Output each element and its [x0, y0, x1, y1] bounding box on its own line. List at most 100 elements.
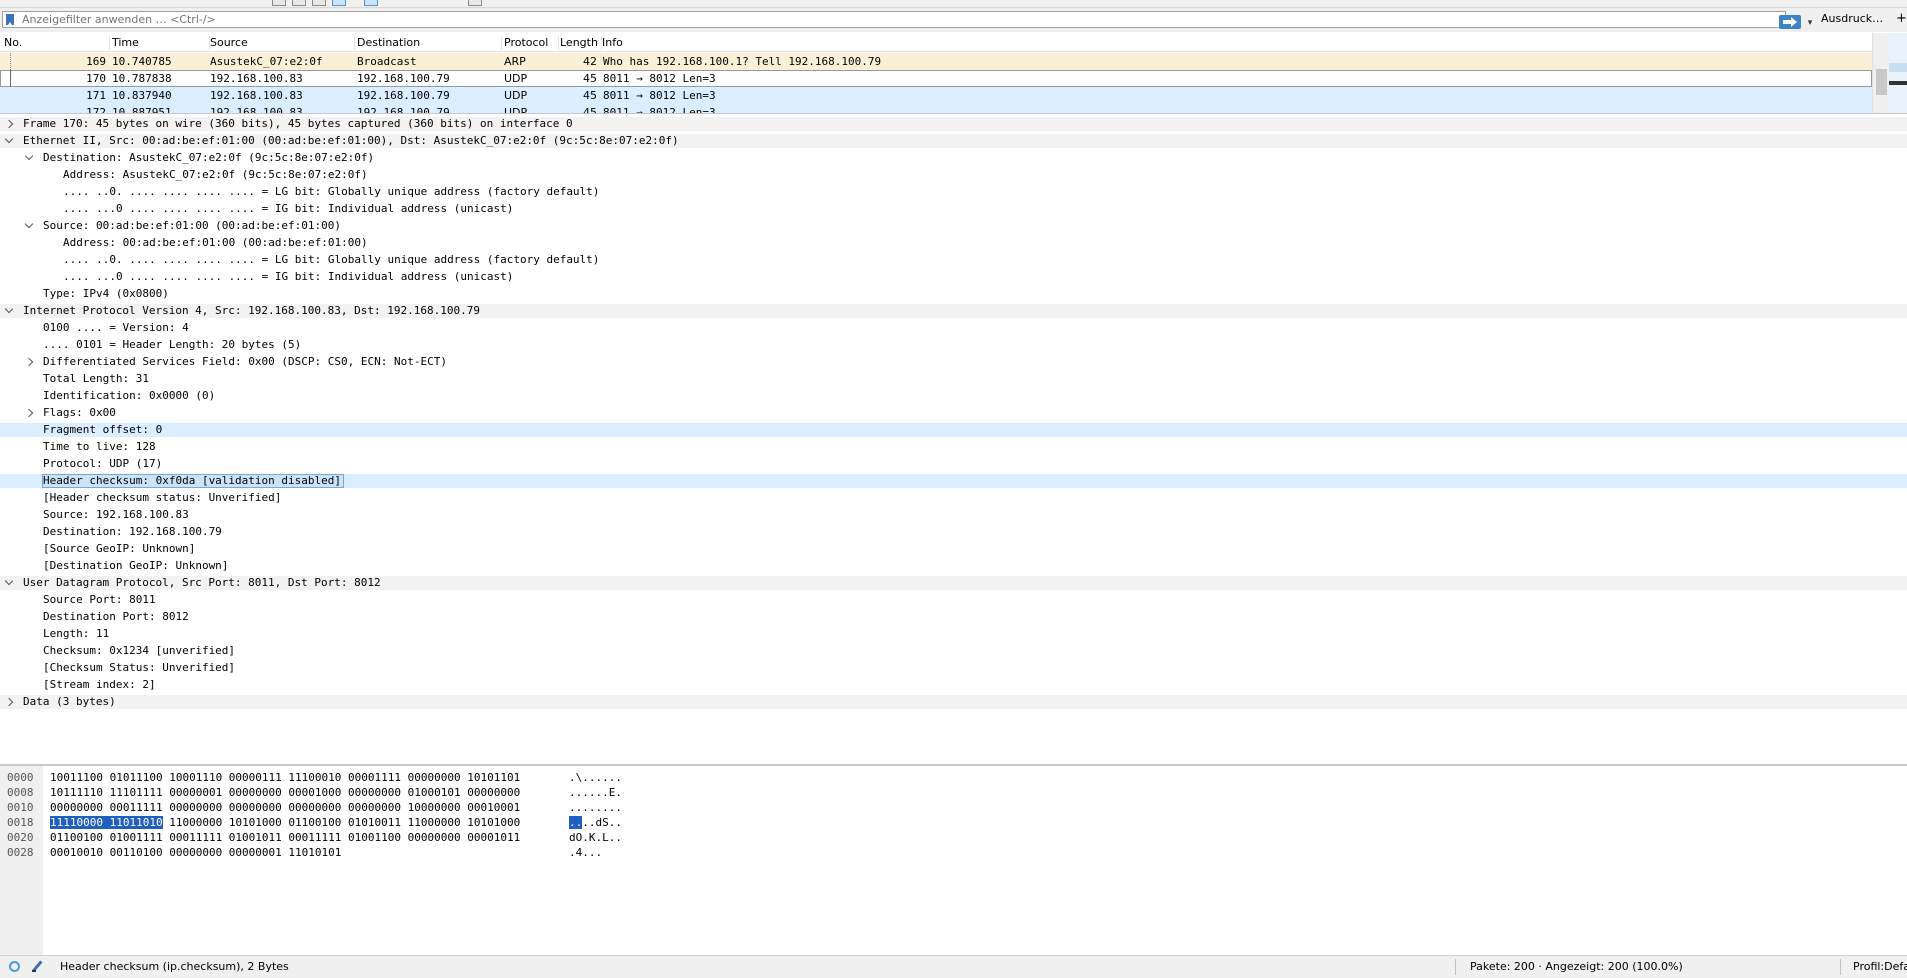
bytes-row[interactable]: 0020 01100100 01001111 00011111 01001011 … — [0, 830, 1907, 845]
packet-row[interactable]: 169 10.740785 AsustekC_07:e2:0f Broadcas… — [0, 53, 1872, 70]
tree-item-label: User Datagram Protocol, Src Port: 8011, … — [23, 576, 381, 589]
bytes-ascii[interactable]: ........ — [569, 800, 622, 815]
bytes-row[interactable]: 0000 10011100 01011100 10001110 00000111 … — [0, 770, 1907, 785]
protocol-tree-field[interactable]: [Destination GeoIP: Unknown] — [0, 559, 1907, 573]
packet-row[interactable]: 171 10.837940 192.168.100.83 192.168.100… — [0, 87, 1872, 104]
protocol-tree-field[interactable]: .... ...0 .... .... .... .... = IG bit: … — [0, 202, 1907, 216]
protocol-tree-field[interactable]: Fragment offset: 0 — [0, 423, 1907, 437]
chevron-right-icon[interactable] — [4, 697, 14, 707]
chevron-down-icon[interactable] — [24, 151, 34, 161]
protocol-tree-field[interactable]: Source: 00:ad:be:ef:01:00 (00:ad:be:ef:0… — [0, 219, 1907, 233]
filter-history-dropdown-icon[interactable]: ▾ — [1803, 15, 1817, 31]
packet-row[interactable]: 172 10.887951 192.168.100.83 192.168.100… — [0, 104, 1872, 114]
protocol-tree-field[interactable]: Differentiated Services Field: 0x00 (DSC… — [0, 355, 1907, 369]
bytes-row[interactable]: 0018 11110000 11011010 11000000 10101000 … — [0, 815, 1907, 830]
column-header-time[interactable]: Time — [108, 36, 210, 50]
protocol-tree-field[interactable]: Total Length: 31 — [0, 372, 1907, 386]
protocol-tree-field[interactable]: .... ..0. .... .... .... .... = LG bit: … — [0, 253, 1907, 267]
protocol-tree-field[interactable]: Destination: AsustekC_07:e2:0f (9c:5c:8e… — [0, 151, 1907, 165]
toolbar-button-icon[interactable] — [272, 0, 286, 6]
tree-item-label: Type: IPv4 (0x0800) — [43, 287, 169, 300]
protocol-tree-field[interactable]: Address: 00:ad:be:ef:01:00 (00:ad:be:ef:… — [0, 236, 1907, 250]
cell-time: 10.887951 — [112, 106, 172, 114]
column-header-length[interactable]: Length — [556, 36, 602, 50]
protocol-tree-field[interactable]: Protocol: UDP (17) — [0, 457, 1907, 471]
protocol-tree-field[interactable]: Identification: 0x0000 (0) — [0, 389, 1907, 403]
cell-protocol: UDP — [504, 72, 528, 85]
chevron-down-icon[interactable] — [4, 304, 14, 314]
protocol-tree-header[interactable]: User Datagram Protocol, Src Port: 8011, … — [0, 576, 1907, 590]
packet-row-selected[interactable]: 170 10.787838 192.168.100.83 192.168.100… — [0, 70, 1872, 87]
profile-selector[interactable]: Profil:Default — [1853, 956, 1907, 978]
bytes-row[interactable]: 0010 00000000 00011111 00000000 00000000 … — [0, 800, 1907, 815]
filter-bookmark-icon[interactable] — [6, 14, 14, 25]
bytes-ascii[interactable]: ......E. — [569, 785, 622, 800]
toolbar-button-icon[interactable] — [364, 0, 378, 6]
bytes-binary[interactable]: 01100100 01001111 00011111 01001011 0001… — [50, 830, 520, 845]
tree-item-label: [Stream index: 2] — [43, 678, 156, 691]
expert-info-icon[interactable] — [9, 961, 20, 972]
packet-list-minimap[interactable] — [1889, 33, 1907, 113]
column-header-source[interactable]: Source — [206, 36, 355, 50]
bytes-binary[interactable]: 11110000 11011010 11000000 10101000 0110… — [50, 815, 520, 830]
expression-button[interactable]: Ausdruck… — [1821, 11, 1883, 27]
bytes-row[interactable]: 0008 10111110 11101111 00000001 00000000 … — [0, 785, 1907, 800]
protocol-tree-field[interactable]: [Stream index: 2] — [0, 678, 1907, 692]
toolbar-button-icon[interactable] — [312, 0, 326, 6]
protocol-tree-header[interactable]: Internet Protocol Version 4, Src: 192.16… — [0, 304, 1907, 318]
apply-filter-arrow-icon[interactable] — [1779, 15, 1801, 29]
column-header-info[interactable]: Info — [598, 36, 1868, 50]
cell-protocol: ARP — [504, 55, 526, 68]
bytes-ascii[interactable]: ....dS.. — [569, 815, 622, 830]
bytes-row[interactable]: 0028 00010010 00110100 00000000 00000001 … — [0, 845, 1907, 860]
bytes-binary[interactable]: 00000000 00011111 00000000 00000000 0000… — [50, 800, 520, 815]
column-header-protocol[interactable]: Protocol — [500, 36, 559, 50]
chevron-down-icon[interactable] — [24, 219, 34, 229]
protocol-tree-field[interactable]: Destination Port: 8012 — [0, 610, 1907, 624]
add-filter-button[interactable]: + — [1896, 11, 1907, 27]
chevron-down-icon[interactable] — [4, 576, 14, 586]
protocol-tree-header[interactable]: Ethernet II, Src: 00:ad:be:ef:01:00 (00:… — [0, 134, 1907, 148]
bytes-binary[interactable]: 10111110 11101111 00000001 00000000 0000… — [50, 785, 520, 800]
scrollbar-thumb[interactable] — [1876, 69, 1887, 95]
bytes-ascii[interactable]: dO.K.L.. — [569, 830, 622, 845]
chevron-right-icon[interactable] — [4, 119, 14, 129]
protocol-tree-field[interactable]: Destination: 192.168.100.79 — [0, 525, 1907, 539]
chevron-right-icon[interactable] — [24, 408, 34, 418]
chevron-right-icon[interactable] — [24, 357, 34, 367]
protocol-tree-field[interactable]: Checksum: 0x1234 [unverified] — [0, 644, 1907, 658]
bytes-binary[interactable]: 00010010 00110100 00000000 00000001 1101… — [50, 845, 341, 860]
bytes-ascii[interactable]: .\...... — [569, 770, 622, 785]
protocol-tree-field[interactable]: Length: 11 — [0, 627, 1907, 641]
bytes-ascii[interactable]: .4... — [569, 845, 602, 860]
column-header-no[interactable]: No. — [0, 36, 110, 50]
chevron-down-icon[interactable] — [4, 134, 14, 144]
protocol-tree-field[interactable]: Time to live: 128 — [0, 440, 1907, 454]
toolbar-button-icon[interactable] — [468, 0, 482, 6]
protocol-tree-header[interactable]: Data (3 bytes) — [0, 695, 1907, 709]
protocol-tree-field[interactable]: Source Port: 8011 — [0, 593, 1907, 607]
packet-list-scrollbar[interactable] — [1872, 33, 1890, 113]
protocol-tree-field[interactable]: [Header checksum status: Unverified] — [0, 491, 1907, 505]
protocol-tree-field[interactable]: Flags: 0x00 — [0, 406, 1907, 420]
protocol-tree-field[interactable]: Address: AsustekC_07:e2:0f (9c:5c:8e:07:… — [0, 168, 1907, 182]
protocol-tree-field[interactable]: Type: IPv4 (0x0800) — [0, 287, 1907, 301]
protocol-tree-field[interactable]: 0100 .... = Version: 4 — [0, 321, 1907, 335]
protocol-tree-field[interactable]: .... ...0 .... .... .... .... = IG bit: … — [0, 270, 1907, 284]
protocol-tree-field[interactable]: .... 0101 = Header Length: 20 bytes (5) — [0, 338, 1907, 352]
protocol-tree-field[interactable]: Source: 192.168.100.83 — [0, 508, 1907, 522]
protocol-tree-field[interactable]: Header checksum: 0xf0da [validation disa… — [0, 474, 1907, 488]
tree-item-label: Source: 00:ad:be:ef:01:00 (00:ad:be:ef:0… — [43, 219, 342, 232]
display-filter-field[interactable]: ▾ — [2, 11, 1812, 29]
toolbar-button-icon[interactable] — [292, 0, 306, 6]
tree-item-label: Ethernet II, Src: 00:ad:be:ef:01:00 (00:… — [23, 134, 679, 147]
display-filter-input[interactable] — [22, 13, 1772, 26]
protocol-tree-field[interactable]: [Checksum Status: Unverified] — [0, 661, 1907, 675]
protocol-tree-field[interactable]: .... ..0. .... .... .... .... = LG bit: … — [0, 185, 1907, 199]
protocol-tree-field[interactable]: [Source GeoIP: Unknown] — [0, 542, 1907, 556]
column-header-destination[interactable]: Destination — [353, 36, 502, 50]
toolbar-button-icon[interactable] — [332, 0, 346, 6]
capture-comment-pencil-icon[interactable] — [31, 960, 44, 973]
protocol-tree-header[interactable]: Frame 170: 45 bytes on wire (360 bits), … — [0, 117, 1907, 131]
bytes-binary[interactable]: 10011100 01011100 10001110 00000111 1110… — [50, 770, 520, 785]
